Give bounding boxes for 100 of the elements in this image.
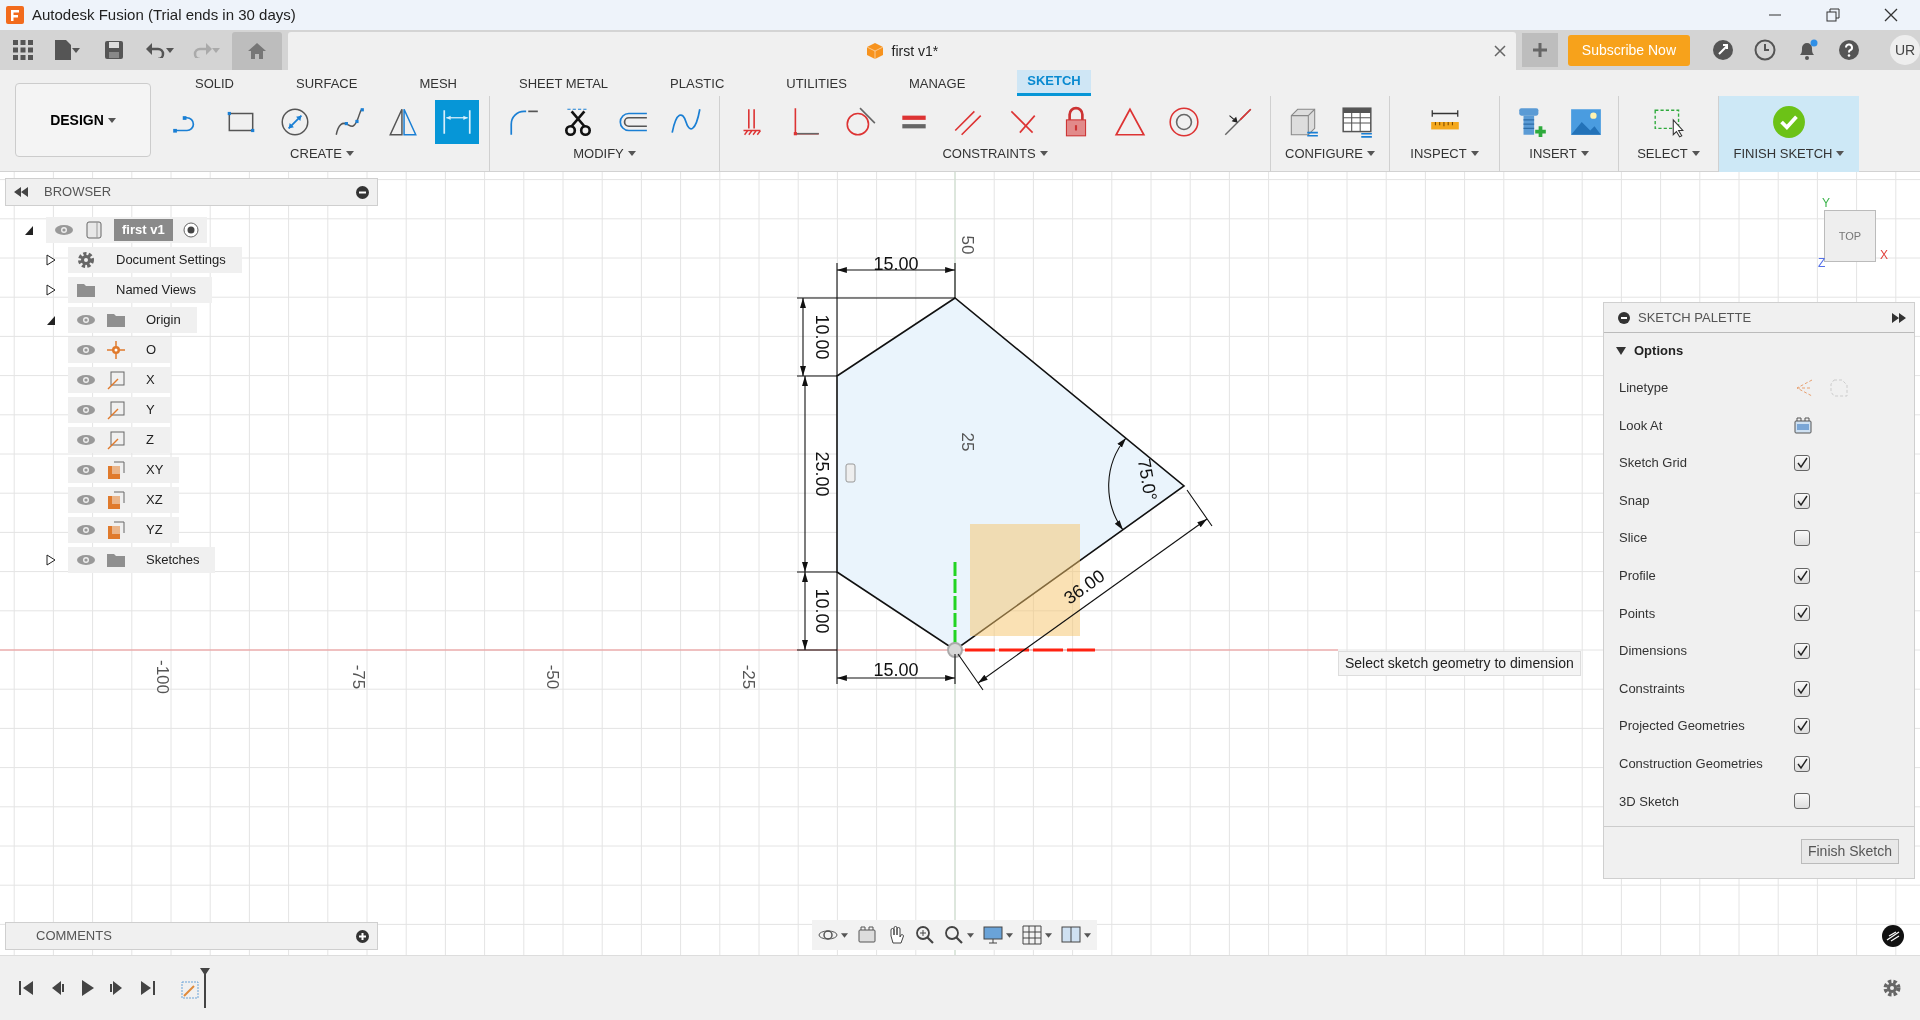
toolbar-tab[interactable]: MESH [409, 70, 467, 96]
panel-title: BROWSER [44, 183, 112, 202]
look-at-icon[interactable] [1794, 416, 1812, 435]
feedback-icon[interactable] [1882, 925, 1904, 947]
expanded-arrow-icon[interactable] [1616, 347, 1626, 355]
extension-icon[interactable] [1712, 39, 1734, 61]
viewports-menu-button[interactable] [1061, 925, 1091, 945]
checkbox[interactable] [1794, 755, 1810, 772]
apps-grid-icon[interactable] [12, 39, 34, 61]
toolbar-tab[interactable]: SURFACE [286, 70, 368, 96]
toolbar-group-menu[interactable]: CREATE [290, 144, 354, 164]
toolbar-tab[interactable]: UTILITIES [776, 70, 857, 96]
toolbar-group-menu[interactable]: FINISH SKETCH [1733, 144, 1845, 164]
plus-icon [1531, 42, 1548, 58]
dimension-value[interactable]: 15.00 [873, 659, 919, 680]
dimension-line[interactable] [796, 571, 838, 651]
dimension-line[interactable] [796, 375, 838, 573]
checkbox[interactable] [1794, 455, 1810, 471]
toolbar-group-menu[interactable]: MODIFY [573, 144, 636, 164]
save-icon[interactable] [104, 40, 124, 60]
collapse-icon[interactable] [14, 187, 28, 197]
option-label: Look At [1619, 416, 1664, 435]
dimension-value[interactable]: 15.00 [873, 253, 919, 274]
look-at-icon[interactable] [857, 925, 877, 945]
checkbox[interactable] [1794, 605, 1810, 622]
radio-icon[interactable] [182, 222, 199, 238]
caret-icon [72, 47, 80, 53]
caret-icon [1045, 932, 1052, 938]
axis-label: -50 [542, 664, 562, 690]
workspace-button[interactable]: DESIGN [15, 83, 151, 157]
collapsed-arrow-icon[interactable] [46, 284, 56, 296]
option-label: Projected Geometries [1619, 717, 1746, 736]
section-header[interactable]: Options [1634, 341, 1684, 361]
finish-sketch-button[interactable]: Finish Sketch [1800, 839, 1899, 865]
skip-to-end-icon[interactable] [138, 979, 156, 997]
dimension-value[interactable]: 25.00 [812, 451, 833, 497]
gear-icon [76, 250, 96, 270]
collapsed-arrow-icon[interactable] [46, 554, 56, 566]
toolbar-group-menu[interactable]: INSPECT [1410, 144, 1479, 164]
toolbar-tab[interactable]: SOLID [185, 70, 244, 96]
zoom-icon[interactable] [915, 925, 935, 945]
grid-menu-button[interactable] [1022, 925, 1052, 945]
expanded-arrow-icon[interactable] [46, 314, 56, 326]
caret-icon [1691, 151, 1700, 157]
new-tab-button[interactable] [1521, 33, 1558, 67]
checkbox[interactable] [1794, 718, 1810, 735]
collapsed-arrow-icon[interactable] [46, 254, 56, 266]
redo-icon [192, 42, 212, 58]
axis-label: -25 [738, 664, 758, 690]
dimension-line[interactable] [796, 297, 956, 377]
option-label: Dimensions [1619, 642, 1688, 661]
axis-icon [106, 430, 126, 450]
undo-menu-button[interactable] [146, 42, 174, 58]
dimension-value[interactable]: 10.00 [812, 314, 833, 360]
toolbar-tab[interactable]: SHEET METAL [509, 70, 619, 96]
skip-to-start-icon[interactable] [18, 979, 36, 997]
point-icon [106, 340, 126, 360]
dimension-line[interactable] [836, 571, 956, 685]
close-icon[interactable] [1493, 45, 1506, 57]
caret-icon[interactable] [107, 117, 116, 123]
user-avatar[interactable]: UR [1890, 35, 1920, 65]
toolbar-tab[interactable]: MANAGE [898, 70, 976, 96]
checkbox[interactable] [1794, 793, 1810, 810]
dimension-value[interactable]: 10.00 [812, 588, 833, 634]
option-label: Profile [1619, 567, 1657, 585]
zoom-window-menu-button[interactable] [944, 925, 974, 945]
toolbar-group-menu[interactable]: SELECT [1637, 144, 1700, 164]
checkbox[interactable] [1794, 530, 1810, 547]
checkbox[interactable] [1794, 567, 1810, 584]
caret-icon [166, 47, 174, 53]
help-icon[interactable] [1838, 39, 1860, 61]
dimension-line[interactable] [1108, 437, 1127, 531]
document-tab[interactable]: first v1* [288, 32, 1516, 70]
minimize-icon[interactable] [356, 185, 369, 199]
dimension-value[interactable]: 75.0° [1133, 457, 1161, 503]
clock-icon[interactable] [1754, 39, 1776, 61]
checkbox[interactable] [1794, 680, 1810, 697]
checkbox[interactable] [1794, 492, 1810, 509]
minimize-icon[interactable] [1618, 311, 1630, 324]
viewcube-face[interactable]: TOP [1824, 210, 1876, 262]
expanded-arrow-icon[interactable] [24, 224, 34, 236]
display-menu-button[interactable] [983, 925, 1013, 945]
caret-icon [627, 151, 636, 157]
component-icon [84, 220, 104, 240]
option-label: Linetype [1619, 379, 1670, 398]
display-icon [983, 925, 1003, 945]
toolbar-group-menu[interactable]: CONSTRAINTS [942, 144, 1048, 164]
toolbar-group-menu[interactable]: CONFIGURE [1285, 144, 1375, 164]
browser-item[interactable]: Z [136, 430, 162, 450]
toolbar-group-menu[interactable]: INSERT [1529, 144, 1589, 164]
checkbox[interactable] [1794, 642, 1810, 659]
caret-icon [1580, 151, 1589, 157]
toolbar-tab[interactable]: PLASTIC [660, 70, 735, 96]
add-icon[interactable] [356, 929, 369, 943]
expand-icon[interactable] [1892, 312, 1906, 323]
caret-icon [1039, 151, 1048, 157]
settings-icon[interactable] [1882, 978, 1902, 998]
file-menu-button[interactable] [54, 39, 80, 61]
caret-icon [1470, 151, 1479, 157]
axis-label: -75 [348, 664, 368, 690]
